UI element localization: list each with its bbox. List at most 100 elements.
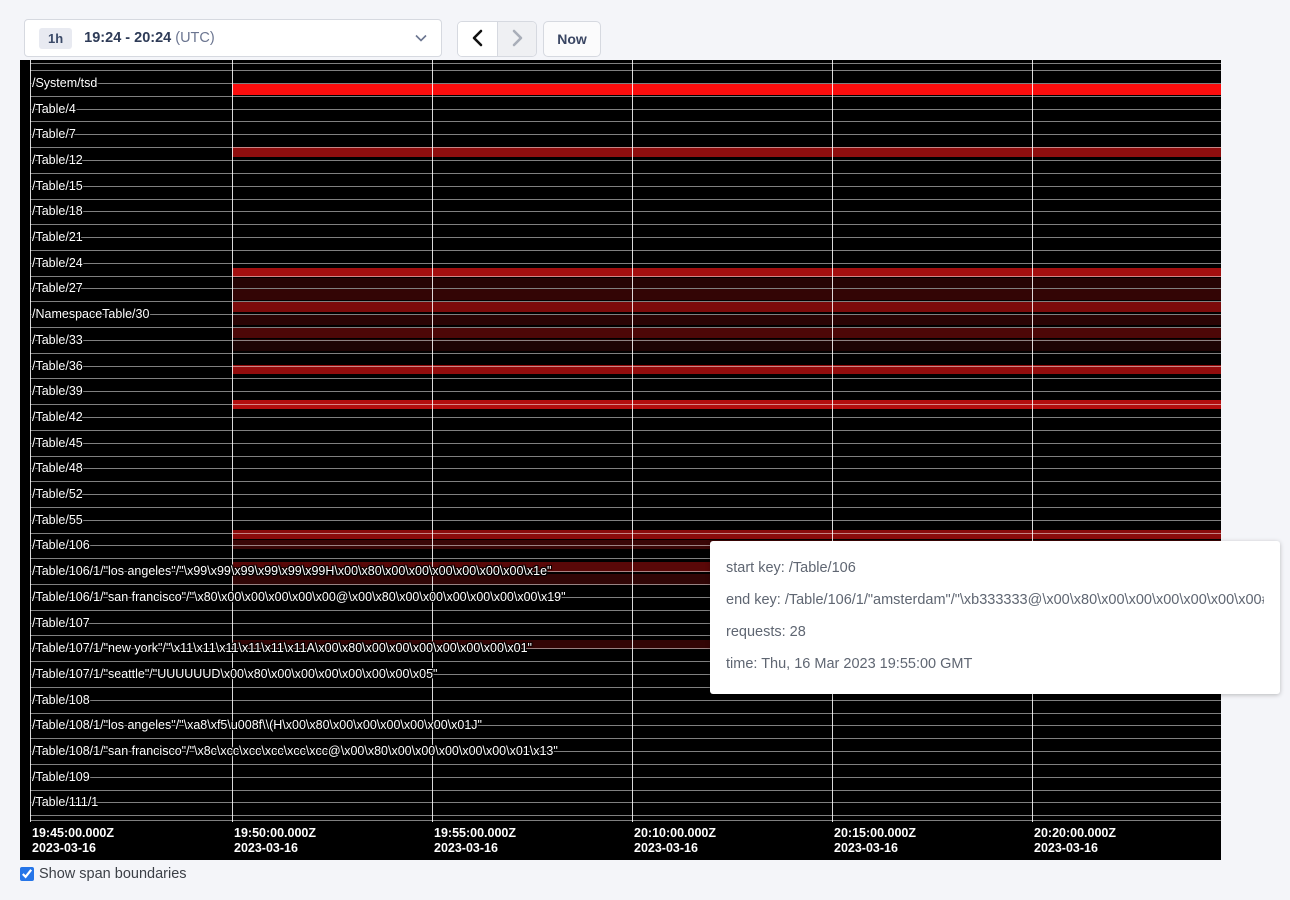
span-boundary-line: [30, 224, 1221, 225]
row-key-label: /NamespaceTable/30: [32, 307, 149, 321]
span-boundary-line: [30, 109, 1221, 110]
span-boundary-line: [30, 417, 1221, 418]
span-boundary-line: [30, 173, 1221, 174]
span-boundary-line: [30, 301, 1221, 302]
row-key-label: /Table/52: [32, 487, 83, 501]
show-span-boundaries-toggle[interactable]: Show span boundaries: [20, 866, 187, 882]
span-boundary-line: [30, 713, 1221, 714]
span-boundary-line: [30, 134, 1221, 135]
span-boundary-line: [30, 391, 1221, 392]
show-span-boundaries-label: Show span boundaries: [39, 866, 187, 882]
tooltip-time: time: Thu, 16 Mar 2023 19:55:00 GMT: [726, 655, 1264, 673]
span-boundary-line: [30, 820, 1221, 821]
span-boundary-line: [30, 160, 1221, 161]
heatmap-band[interactable]: [232, 328, 1221, 338]
time-gridline: [30, 60, 31, 822]
time-gridline: [832, 60, 833, 822]
span-boundary-line: [30, 96, 1221, 97]
axis-date-label: 2023-03-16: [434, 841, 498, 856]
axis-time-label: 20:15:00.000Z: [834, 826, 916, 841]
row-key-label: /Table/27: [32, 281, 83, 295]
row-key-label: /Table/4: [32, 102, 76, 116]
tooltip-start-key: start key: /Table/106: [726, 559, 1264, 577]
span-boundary-line: [30, 63, 1221, 64]
hover-tooltip: start key: /Table/106 end key: /Table/10…: [710, 541, 1280, 694]
heatmap-band[interactable]: [232, 278, 1221, 288]
axis-time-label: 19:50:00.000Z: [234, 826, 316, 841]
span-boundary-line: [30, 263, 1221, 264]
span-boundary-line: [30, 327, 1221, 328]
time-gridline: [232, 60, 233, 822]
span-boundary-line: [30, 520, 1221, 521]
next-range-button[interactable]: [497, 22, 536, 56]
heatmap-band[interactable]: [232, 302, 1221, 312]
time-gridline: [632, 60, 633, 822]
axis-date-label: 2023-03-16: [234, 841, 298, 856]
axis-date-label: 2023-03-16: [32, 841, 96, 856]
row-key-label: /Table/108/1/"los angeles"/"\xa8\xf5\u00…: [32, 718, 482, 732]
chevron-down-icon: [415, 34, 427, 42]
row-key-label: /Table/15: [32, 179, 83, 193]
prev-range-button[interactable]: [458, 22, 497, 56]
tooltip-end-key: end key: /Table/106/1/"amsterdam"/"\xb33…: [726, 591, 1264, 609]
time-nav-group: [457, 21, 537, 57]
span-boundary-line: [30, 288, 1221, 289]
row-key-label: /Table/33: [32, 333, 83, 347]
span-boundary-line: [30, 199, 1221, 200]
row-key-label: /Table/107: [32, 616, 90, 630]
span-boundary-line: [30, 481, 1221, 482]
range-duration-badge: 1h: [39, 28, 72, 49]
key-visualizer-canvas[interactable]: /System/tsd/Table/4/Table/7/Table/12/Tab…: [20, 60, 1221, 860]
row-key-label: /Table/36: [32, 359, 83, 373]
axis-time-label: 19:55:00.000Z: [434, 826, 516, 841]
time-range-select[interactable]: 1h 19:24 - 20:24 (UTC): [24, 19, 442, 57]
row-key-label: /Table/55: [32, 513, 83, 527]
span-boundary-line: [30, 404, 1221, 405]
row-key-label: /Table/45: [32, 436, 83, 450]
span-boundary-line: [30, 738, 1221, 739]
span-boundary-line: [30, 777, 1221, 778]
row-key-label: /System/tsd: [32, 76, 97, 90]
heatmap-band[interactable]: [232, 147, 1221, 157]
axis-time-label: 19:45:00.000Z: [32, 826, 114, 841]
span-boundary-line: [30, 276, 1221, 277]
row-key-label: /Table/21: [32, 230, 83, 244]
row-key-label: /Table/107/1/"new york"/"\x11\x11\x11\x1…: [32, 641, 532, 655]
span-boundary-line: [30, 353, 1221, 354]
row-key-label: /Table/106/1/"san francisco"/"\x80\x00\x…: [32, 590, 566, 604]
span-boundary-line: [30, 468, 1221, 469]
tooltip-requests: requests: 28: [726, 623, 1264, 641]
span-boundary-line: [30, 802, 1221, 803]
row-key-label: /Table/107/1/"seattle"/"UUUUUUD\x00\x80\…: [32, 667, 437, 681]
span-boundary-line: [30, 378, 1221, 379]
row-key-label: /Table/109: [32, 770, 90, 784]
span-boundary-line: [30, 700, 1221, 701]
span-boundary-line: [30, 147, 1221, 148]
heatmap-band[interactable]: [232, 289, 1221, 300]
span-boundary-line: [30, 790, 1221, 791]
span-boundary-line: [30, 340, 1221, 341]
row-key-label: /Table/7: [32, 127, 76, 141]
span-boundary-line: [30, 314, 1221, 315]
heatmap-band[interactable]: [232, 315, 1221, 325]
span-boundary-line: [30, 815, 1221, 816]
show-span-boundaries-checkbox[interactable]: [20, 867, 34, 881]
span-boundary-line: [30, 186, 1221, 187]
row-key-label: /Table/39: [32, 384, 83, 398]
span-boundary-line: [30, 430, 1221, 431]
row-key-label: /Table/106: [32, 538, 90, 552]
row-key-label: /Table/12: [32, 153, 83, 167]
row-key-label: /Table/111/1: [32, 795, 98, 809]
row-key-label: /Table/108: [32, 693, 90, 707]
span-boundary-line: [30, 237, 1221, 238]
chevron-left-icon: [472, 29, 483, 50]
axis-date-label: 2023-03-16: [834, 841, 898, 856]
span-boundary-line: [30, 83, 1221, 84]
heatmap-band[interactable]: [232, 530, 1221, 539]
heatmap-band[interactable]: [232, 84, 1221, 95]
axis-date-label: 2023-03-16: [634, 841, 698, 856]
now-button[interactable]: Now: [543, 21, 601, 57]
span-boundary-line: [30, 250, 1221, 251]
span-boundary-line: [30, 494, 1221, 495]
range-timezone: (UTC): [175, 30, 214, 46]
